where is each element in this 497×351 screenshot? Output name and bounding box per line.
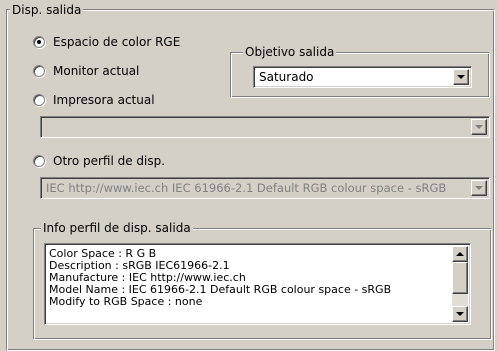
- scroll-thumb[interactable]: [452, 262, 468, 294]
- scroll-down-icon[interactable]: [452, 306, 468, 322]
- radio-current-printer[interactable]: Impresora actual: [33, 92, 155, 108]
- output-device-group-title: Disp. salida: [10, 3, 84, 17]
- radio-other-profile-label: Otro perfil de disp.: [53, 154, 166, 168]
- info-line: Modify to RGB Space : none: [49, 295, 203, 308]
- radio-color-space[interactable]: Espacio de color RGE: [33, 34, 180, 50]
- profile-select[interactable]: IEC http://www.iec.ch IEC 61966-2.1 Defa…: [40, 177, 490, 199]
- profile-select-value: IEC http://www.iec.ch IEC 61966-2.1 Defa…: [46, 181, 447, 195]
- output-objective-value: Saturado: [259, 70, 314, 84]
- output-objective-title: Objetivo salida: [243, 45, 337, 59]
- scroll-up-icon[interactable]: [452, 246, 468, 262]
- chevron-down-icon[interactable]: [471, 180, 487, 196]
- profile-info-text: Color Space : R G B Description : sRGB I…: [49, 248, 391, 308]
- output-objective-select[interactable]: Saturado: [253, 66, 472, 88]
- profile-info-textarea[interactable]: Color Space : R G B Description : sRGB I…: [44, 243, 471, 325]
- chevron-down-icon[interactable]: [453, 69, 469, 85]
- radio-color-space-label: Espacio de color RGE: [53, 35, 181, 49]
- chevron-down-icon[interactable]: [471, 119, 487, 135]
- printer-select[interactable]: [40, 116, 490, 138]
- radio-current-monitor[interactable]: Monitor actual: [33, 63, 139, 79]
- radio-indicator: [33, 65, 45, 77]
- radio-indicator: [33, 36, 45, 48]
- radio-other-profile[interactable]: Otro perfil de disp.: [33, 153, 165, 169]
- vertical-scrollbar[interactable]: [452, 246, 468, 322]
- radio-current-printer-label: Impresora actual: [53, 93, 155, 107]
- radio-indicator: [33, 155, 45, 167]
- profile-info-title: Info perfil de disp. salida: [41, 221, 193, 235]
- radio-current-monitor-label: Monitor actual: [53, 64, 140, 78]
- radio-indicator: [33, 94, 45, 106]
